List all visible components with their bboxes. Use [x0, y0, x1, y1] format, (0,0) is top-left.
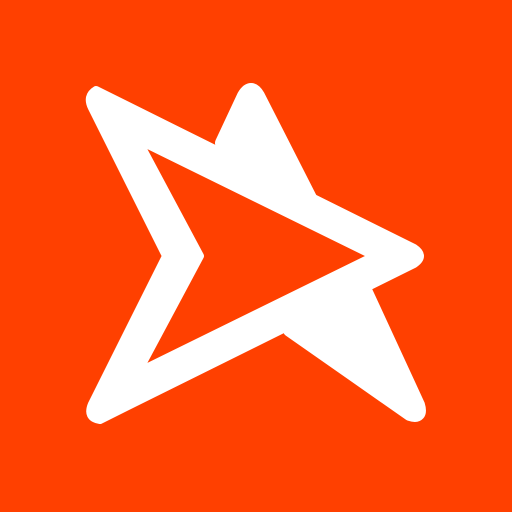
logo-background: [0, 0, 512, 512]
app-icon: [0, 0, 512, 512]
play-star-logo-icon: [0, 0, 512, 512]
